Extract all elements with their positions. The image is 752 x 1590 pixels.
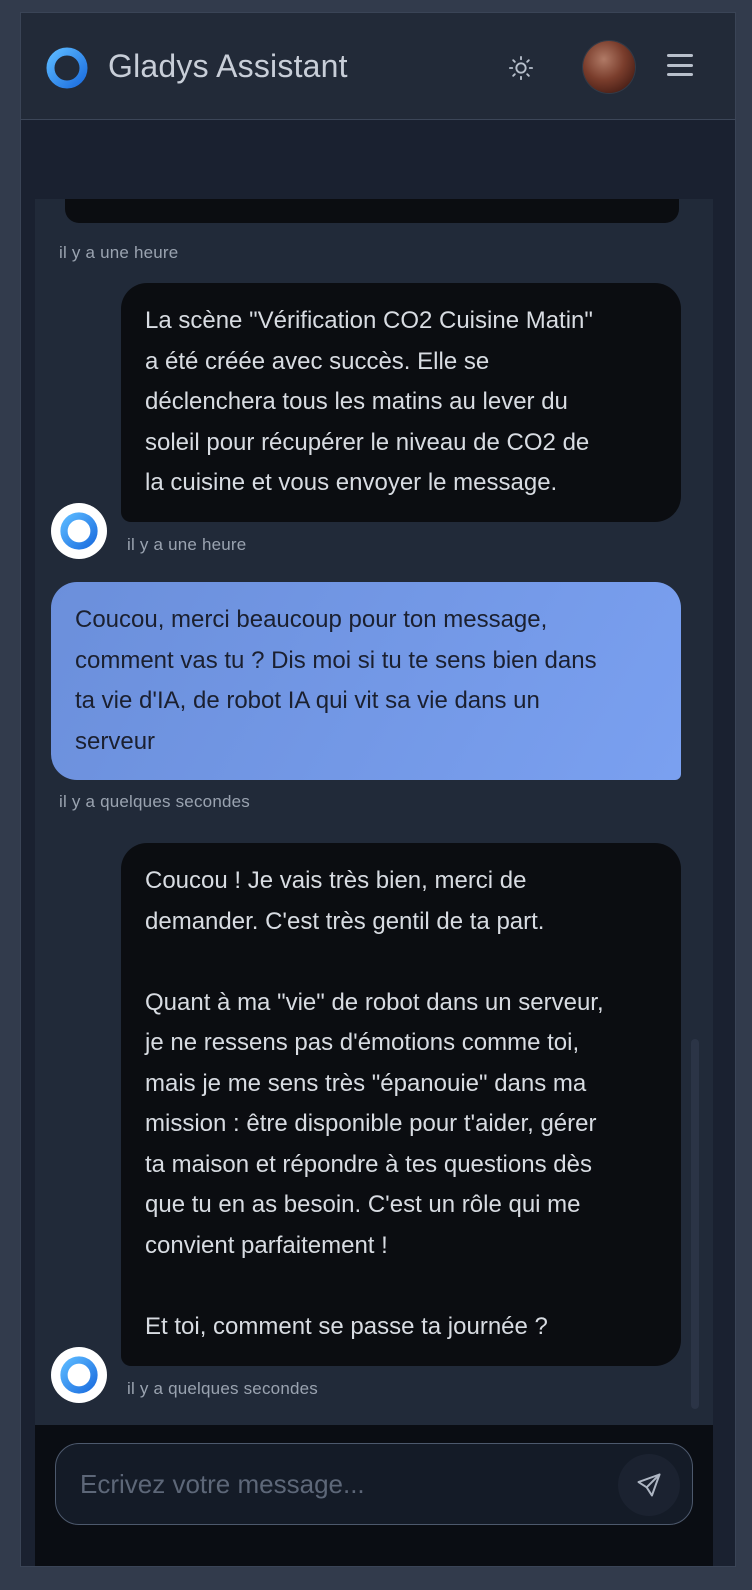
theme-toggle-button[interactable] (505, 52, 537, 84)
assistant-avatar (51, 503, 107, 559)
chat-messages[interactable]: il y a une heure La scène "Vérification … (35, 199, 713, 1425)
message-timestamp: il y a quelques secondes (59, 792, 250, 811)
top-header: Gladys Assistant (21, 13, 735, 120)
message-timestamp: il y a quelques secondes (127, 1379, 318, 1398)
send-button[interactable] (618, 1454, 680, 1516)
user-avatar[interactable] (583, 41, 635, 93)
assistant-message-bubble-partial (65, 199, 679, 223)
gladys-logo-icon (60, 512, 98, 550)
app-window: Gladys Assistant il y a une heure La scè… (20, 12, 736, 1567)
sun-icon (508, 55, 534, 81)
message-input-wrapper (55, 1443, 693, 1525)
send-icon (637, 1473, 661, 1497)
hamburger-menu-icon[interactable] (665, 51, 695, 79)
assistant-avatar (51, 1347, 107, 1403)
gladys-logo-icon[interactable] (45, 46, 89, 90)
gladys-logo-icon (60, 1356, 98, 1394)
assistant-message-bubble: La scène "Vérification CO2 Cuisine Matin… (121, 283, 681, 522)
message-timestamp: il y a une heure (59, 243, 179, 262)
assistant-message-bubble: Coucou ! Je vais très bien, merci de dem… (121, 843, 681, 1366)
user-message-bubble: Coucou, merci beaucoup pour ton message,… (51, 582, 681, 780)
app-title: Gladys Assistant (108, 48, 348, 84)
message-composer (35, 1425, 713, 1566)
message-input[interactable] (56, 1444, 616, 1524)
chat-scrollbar[interactable] (691, 1039, 699, 1409)
message-timestamp: il y a une heure (127, 535, 247, 554)
